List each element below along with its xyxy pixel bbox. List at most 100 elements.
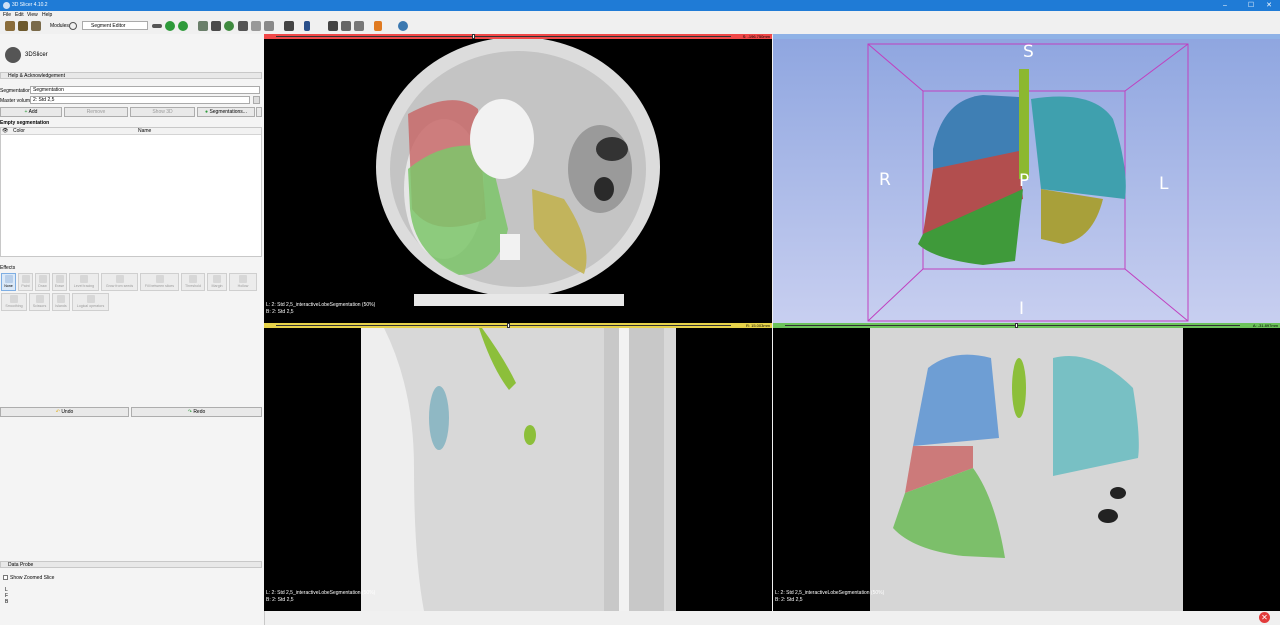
effect-smoothing-label: Smoothing bbox=[5, 304, 23, 308]
effect-smoothing[interactable]: Smoothing bbox=[1, 293, 27, 311]
color-column-header: Color bbox=[13, 128, 25, 134]
redo-button[interactable]: ↷ Redo bbox=[131, 407, 262, 417]
visibility-column-icon: 👁 bbox=[2, 128, 9, 134]
yellow-view-background-layer: B: 2: Std 2,5 bbox=[266, 597, 294, 603]
app-icon bbox=[3, 2, 10, 9]
module-panel: 3DSlicer Help & Acknowledgement Segmenta… bbox=[0, 34, 265, 625]
effect-scissors-label: Scissors bbox=[32, 304, 47, 308]
effect-none[interactable]: None bbox=[1, 273, 16, 291]
master-volume-selector[interactable]: 2: Std 2,5 bbox=[30, 96, 250, 104]
yellow-slice-view[interactable]: R: 15.003mm L: 2: Std 2,5_interactiveLob… bbox=[264, 323, 772, 611]
effect-islands-label: Islands bbox=[55, 304, 67, 308]
search-icon[interactable] bbox=[69, 22, 77, 30]
volumes-icon[interactable] bbox=[211, 21, 221, 31]
effect-margin-label: Margin bbox=[211, 284, 223, 288]
place-fiducial-icon[interactable] bbox=[374, 21, 382, 31]
segmentations-button[interactable]: ● Segmentations... bbox=[197, 107, 255, 117]
effect-hollow-label: Hollow bbox=[237, 284, 249, 288]
load-data-icon[interactable] bbox=[5, 21, 15, 31]
coronal-ct-image bbox=[870, 328, 1183, 611]
transforms-icon[interactable] bbox=[238, 21, 248, 31]
module-menu-icon[interactable] bbox=[152, 24, 162, 28]
title-bar: 3D Slicer 4.10.2 – ☐ ✕ bbox=[0, 0, 1280, 11]
data-probe-header[interactable]: Data Probe bbox=[0, 561, 262, 568]
effect-erase[interactable]: Erase bbox=[52, 273, 67, 291]
save-icon[interactable] bbox=[31, 21, 41, 31]
data-module-icon[interactable] bbox=[198, 21, 208, 31]
3d-orientation-l: L bbox=[1159, 174, 1169, 194]
name-column-header: Name bbox=[138, 128, 152, 134]
green-view-background-layer: B: 2: Std 2,5 bbox=[775, 597, 803, 603]
yellow-view-label-layer: L: 2: Std 2,5_interactiveLobeSegmentatio… bbox=[266, 590, 376, 596]
red-view-background-layer: B: 2: Std 2,5 bbox=[266, 309, 294, 315]
effect-draw-label: Draw bbox=[38, 284, 47, 288]
back-arrow-icon[interactable] bbox=[165, 21, 175, 31]
yellow-slice-slider[interactable] bbox=[276, 325, 731, 326]
add-segment-button[interactable]: + Add bbox=[0, 107, 62, 117]
effect-threshold-label: Threshold bbox=[185, 284, 201, 288]
segmentation-selector[interactable]: Segmentation bbox=[30, 86, 260, 94]
effect-paint-label: Paint bbox=[21, 284, 30, 288]
effect-margin[interactable]: Margin bbox=[207, 273, 227, 291]
3d-view[interactable]: S R L P I bbox=[773, 34, 1280, 323]
effect-level-tracing-label: Level tracing bbox=[73, 284, 95, 288]
green-slice-view[interactable]: A: -31.897mm L: 2: Std 2,5_interactiveLo… bbox=[773, 323, 1280, 611]
markups-icon[interactable] bbox=[251, 21, 261, 31]
segmentations-label: Segmentations... bbox=[209, 109, 247, 115]
effect-islands[interactable]: Islands bbox=[52, 293, 70, 311]
show-3d-button[interactable]: Show 3D bbox=[130, 107, 195, 117]
axial-ct-image bbox=[376, 39, 660, 306]
effect-scissors[interactable]: Scissors bbox=[29, 293, 50, 311]
crosshair-icon[interactable] bbox=[354, 21, 364, 31]
dicom-icon[interactable] bbox=[18, 21, 28, 31]
redo-label: Redo bbox=[193, 409, 206, 415]
editor-icon[interactable] bbox=[264, 21, 274, 31]
3d-orientation-s: S bbox=[1023, 42, 1034, 62]
green-view-label-layer: L: 2: Std 2,5_interactiveLobeSegmentatio… bbox=[775, 590, 885, 596]
screenshot-icon[interactable] bbox=[328, 21, 338, 31]
layout-icon[interactable] bbox=[284, 21, 294, 31]
remove-segment-button[interactable]: Remove bbox=[64, 107, 128, 117]
menu-bar: File Edit View Help bbox=[0, 11, 1280, 18]
modules-label: Modules: bbox=[50, 23, 71, 29]
error-log-icon[interactable]: ✕ bbox=[1259, 612, 1270, 623]
effect-logical-operators[interactable]: Logical operators bbox=[72, 293, 109, 311]
sagittal-ct-image bbox=[361, 328, 676, 611]
segmentations-menu-icon[interactable] bbox=[256, 107, 262, 117]
undo-button[interactable]: ↶ Undo bbox=[0, 407, 129, 417]
red-slice-view[interactable]: S: -196.750mm L: 2: Std 2,5_interactiveL… bbox=[264, 34, 772, 323]
window-title: 3D Slicer 4.10.2 bbox=[12, 2, 48, 8]
effects-label: Effects bbox=[0, 265, 16, 271]
effect-hollow[interactable]: Hollow bbox=[229, 273, 257, 291]
effect-none-label: None bbox=[4, 284, 13, 288]
show-zoomed-label: Show Zoomed Slice bbox=[10, 575, 55, 581]
probe-line-b: B bbox=[5, 599, 9, 605]
minimize-button[interactable]: – bbox=[1214, 0, 1236, 11]
effect-threshold[interactable]: Threshold bbox=[181, 273, 205, 291]
python-icon[interactable] bbox=[398, 21, 408, 31]
red-slice-slider[interactable] bbox=[276, 36, 731, 37]
red-view-label-layer: L: 2: Std 2,5_interactiveLobeSegmentatio… bbox=[266, 302, 376, 308]
effect-grow-from-seeds[interactable]: Grow from seeds bbox=[101, 273, 138, 291]
help-section-header[interactable]: Help & Acknowledgement bbox=[0, 72, 262, 79]
effect-erase-label: Erase bbox=[54, 284, 65, 288]
show-zoomed-checkbox[interactable] bbox=[3, 575, 8, 580]
main-toolbar: Modules: Segment Editor bbox=[0, 18, 1280, 35]
scene-view-icon[interactable] bbox=[341, 21, 351, 31]
models-icon[interactable] bbox=[224, 21, 234, 31]
close-button[interactable]: ✕ bbox=[1258, 0, 1280, 11]
forward-arrow-icon[interactable] bbox=[178, 21, 188, 31]
effect-level-tracing[interactable]: Level tracing bbox=[69, 273, 99, 291]
module-selector[interactable]: Segment Editor bbox=[82, 21, 148, 30]
effect-fill-between-slices[interactable]: Fill between slices bbox=[140, 273, 179, 291]
effect-draw[interactable]: Draw bbox=[35, 273, 50, 291]
3d-orientation-r: R bbox=[879, 170, 891, 190]
segments-table[interactable]: 👁 Color Name bbox=[0, 127, 262, 257]
master-volume-options-icon[interactable] bbox=[253, 96, 260, 104]
add-label: Add bbox=[28, 109, 38, 115]
segments-table-header: 👁 Color Name bbox=[1, 128, 261, 135]
effect-fill-between-slices-label: Fill between slices bbox=[144, 284, 175, 288]
effect-paint[interactable]: Paint bbox=[18, 273, 33, 291]
green-slice-slider[interactable] bbox=[785, 325, 1240, 326]
mouse-mode-icon[interactable] bbox=[304, 21, 310, 31]
